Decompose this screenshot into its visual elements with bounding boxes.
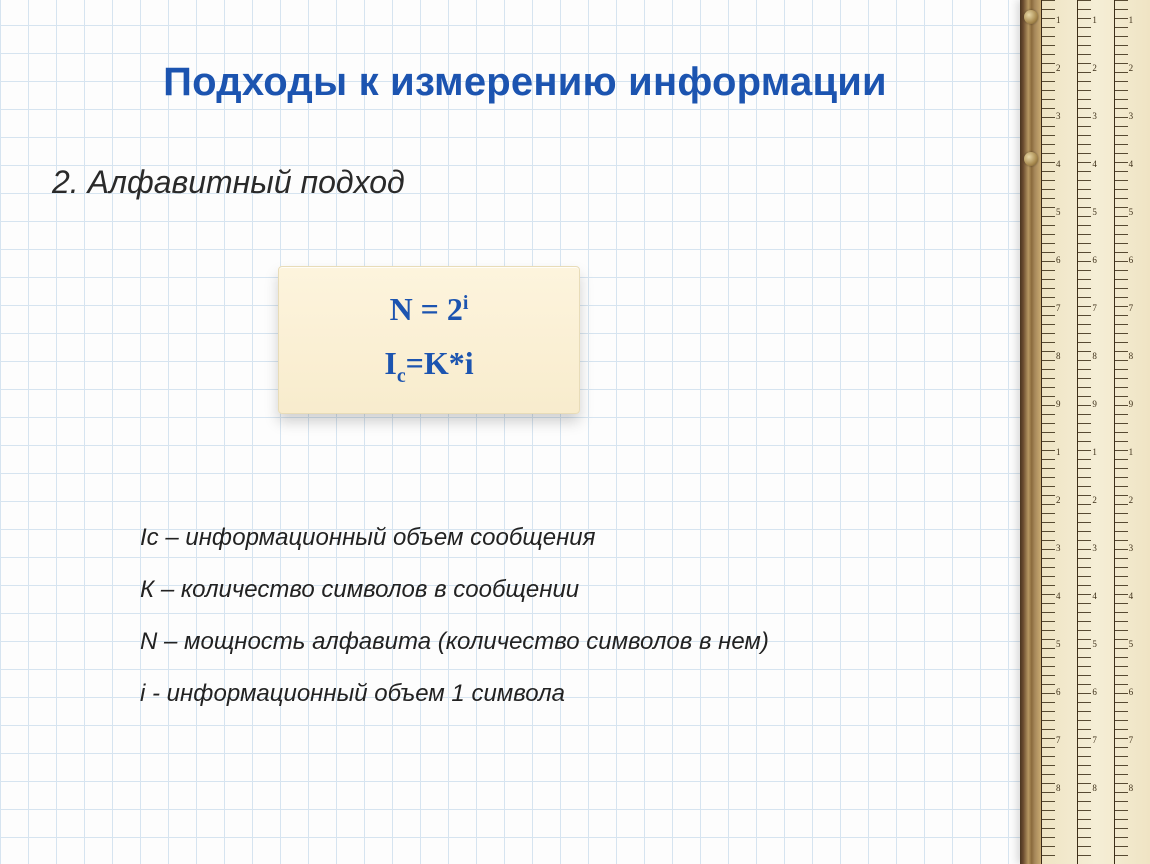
ruler-tick-number: 2 <box>1129 495 1134 505</box>
ruler-tick-number: 2 <box>1056 495 1061 505</box>
definitions-list: Iс – информационный объем сообщения К – … <box>140 526 980 706</box>
ruler-tick-number: 3 <box>1056 543 1061 553</box>
ruler-tick-number: 1 <box>1092 15 1097 25</box>
slide-title: Подходы к измерению информации <box>50 60 1000 105</box>
ruler-tick-number: 4 <box>1056 159 1061 169</box>
ruler-tick-number: 8 <box>1056 783 1061 793</box>
ruler-tick-number: 7 <box>1056 303 1061 313</box>
ruler-tick-number: 9 <box>1056 399 1061 409</box>
ruler-tick-number: 8 <box>1129 783 1134 793</box>
ruler-tick-number: 7 <box>1092 735 1097 745</box>
ruler-tick-number: 1 <box>1056 447 1061 457</box>
ruler-tick-number: 4 <box>1056 591 1061 601</box>
ruler-tick-number: 8 <box>1092 783 1097 793</box>
ruler-tick-number: 9 <box>1129 399 1134 409</box>
ruler-tick-number: 3 <box>1092 543 1097 553</box>
ruler-tick-number: 4 <box>1092 159 1097 169</box>
ruler-tick-number: 2 <box>1092 63 1097 73</box>
ruler-tick-number: 6 <box>1092 255 1097 265</box>
ruler-tick-number: 6 <box>1092 687 1097 697</box>
ruler-rivet-icon <box>1024 10 1038 24</box>
ruler-tick-number: 6 <box>1129 687 1134 697</box>
ruler-tick-number: 9 <box>1092 399 1097 409</box>
ruler-tick-number: 1 <box>1056 15 1061 25</box>
slide-content: Подходы к измерению информации 2. Алфави… <box>0 0 1150 864</box>
ruler-tick-number: 7 <box>1129 303 1134 313</box>
ruler-tick-number: 4 <box>1129 591 1134 601</box>
formula-line-2: Ic=K*i <box>384 347 473 386</box>
ruler-scale-col: 1 2 3 4 5 6 7 8 9 1 2 3 4 5 6 7 8 <box>1114 0 1150 864</box>
definition-item: К – количество символов в сообщении <box>140 578 980 602</box>
ruler-tick-number: 2 <box>1129 63 1134 73</box>
ruler-tick-number: 6 <box>1056 255 1061 265</box>
ruler-tick-number: 7 <box>1056 735 1061 745</box>
ruler-scale-col: 1 2 3 4 5 6 7 8 9 1 2 3 4 5 6 7 8 <box>1077 0 1113 864</box>
slide-ruler-decoration: 1 2 3 4 5 6 7 8 9 1 2 3 4 5 6 7 8 1 2 3 4 5 6 7 8 9 1 2 3 4 5 6 7 8 1 2 3 4… <box>1020 0 1150 864</box>
ruler-tick-number: 3 <box>1092 111 1097 121</box>
ruler-rivet-icon <box>1024 152 1038 166</box>
ruler-tick-number: 5 <box>1129 207 1134 217</box>
ruler-scale-col: 1 2 3 4 5 6 7 8 9 1 2 3 4 5 6 7 8 <box>1042 0 1077 864</box>
definition-item: N – мощность алфавита (количество символ… <box>140 630 980 654</box>
ruler-scales: 1 2 3 4 5 6 7 8 9 1 2 3 4 5 6 7 8 1 2 3 4 5 6 7 8 9 1 2 3 4 5 6 7 8 1 2 3 4… <box>1042 0 1150 864</box>
ruler-tick-number: 7 <box>1129 735 1134 745</box>
formula-line-1: N = 2i <box>390 293 469 325</box>
ruler-tick-number: 3 <box>1129 543 1134 553</box>
ruler-tick-number: 4 <box>1092 591 1097 601</box>
ruler-tick-number: 5 <box>1092 639 1097 649</box>
ruler-rail <box>1020 0 1042 864</box>
definition-item: i - информационный объем 1 символа <box>140 682 980 706</box>
ruler-tick-number: 3 <box>1129 111 1134 121</box>
ruler-tick-number: 8 <box>1056 351 1061 361</box>
ruler-tick-number: 2 <box>1092 495 1097 505</box>
ruler-tick-number: 7 <box>1092 303 1097 313</box>
definition-item: Iс – информационный объем сообщения <box>140 526 980 550</box>
ruler-tick-number: 5 <box>1092 207 1097 217</box>
ruler-tick-number: 6 <box>1129 255 1134 265</box>
ruler-tick-number: 6 <box>1056 687 1061 697</box>
slide-subtitle: 2. Алфавитный подход <box>52 164 405 201</box>
ruler-tick-number: 3 <box>1056 111 1061 121</box>
ruler-tick-number: 1 <box>1129 447 1134 457</box>
ruler-tick-number: 1 <box>1129 15 1134 25</box>
ruler-tick-number: 8 <box>1092 351 1097 361</box>
ruler-tick-number: 4 <box>1129 159 1134 169</box>
ruler-tick-number: 8 <box>1129 351 1134 361</box>
ruler-tick-number: 2 <box>1056 63 1061 73</box>
ruler-tick-number: 5 <box>1056 207 1061 217</box>
ruler-tick-number: 5 <box>1056 639 1061 649</box>
ruler-tick-number: 5 <box>1129 639 1134 649</box>
ruler-tick-number: 1 <box>1092 447 1097 457</box>
formula-box: N = 2i Ic=K*i <box>278 266 580 414</box>
